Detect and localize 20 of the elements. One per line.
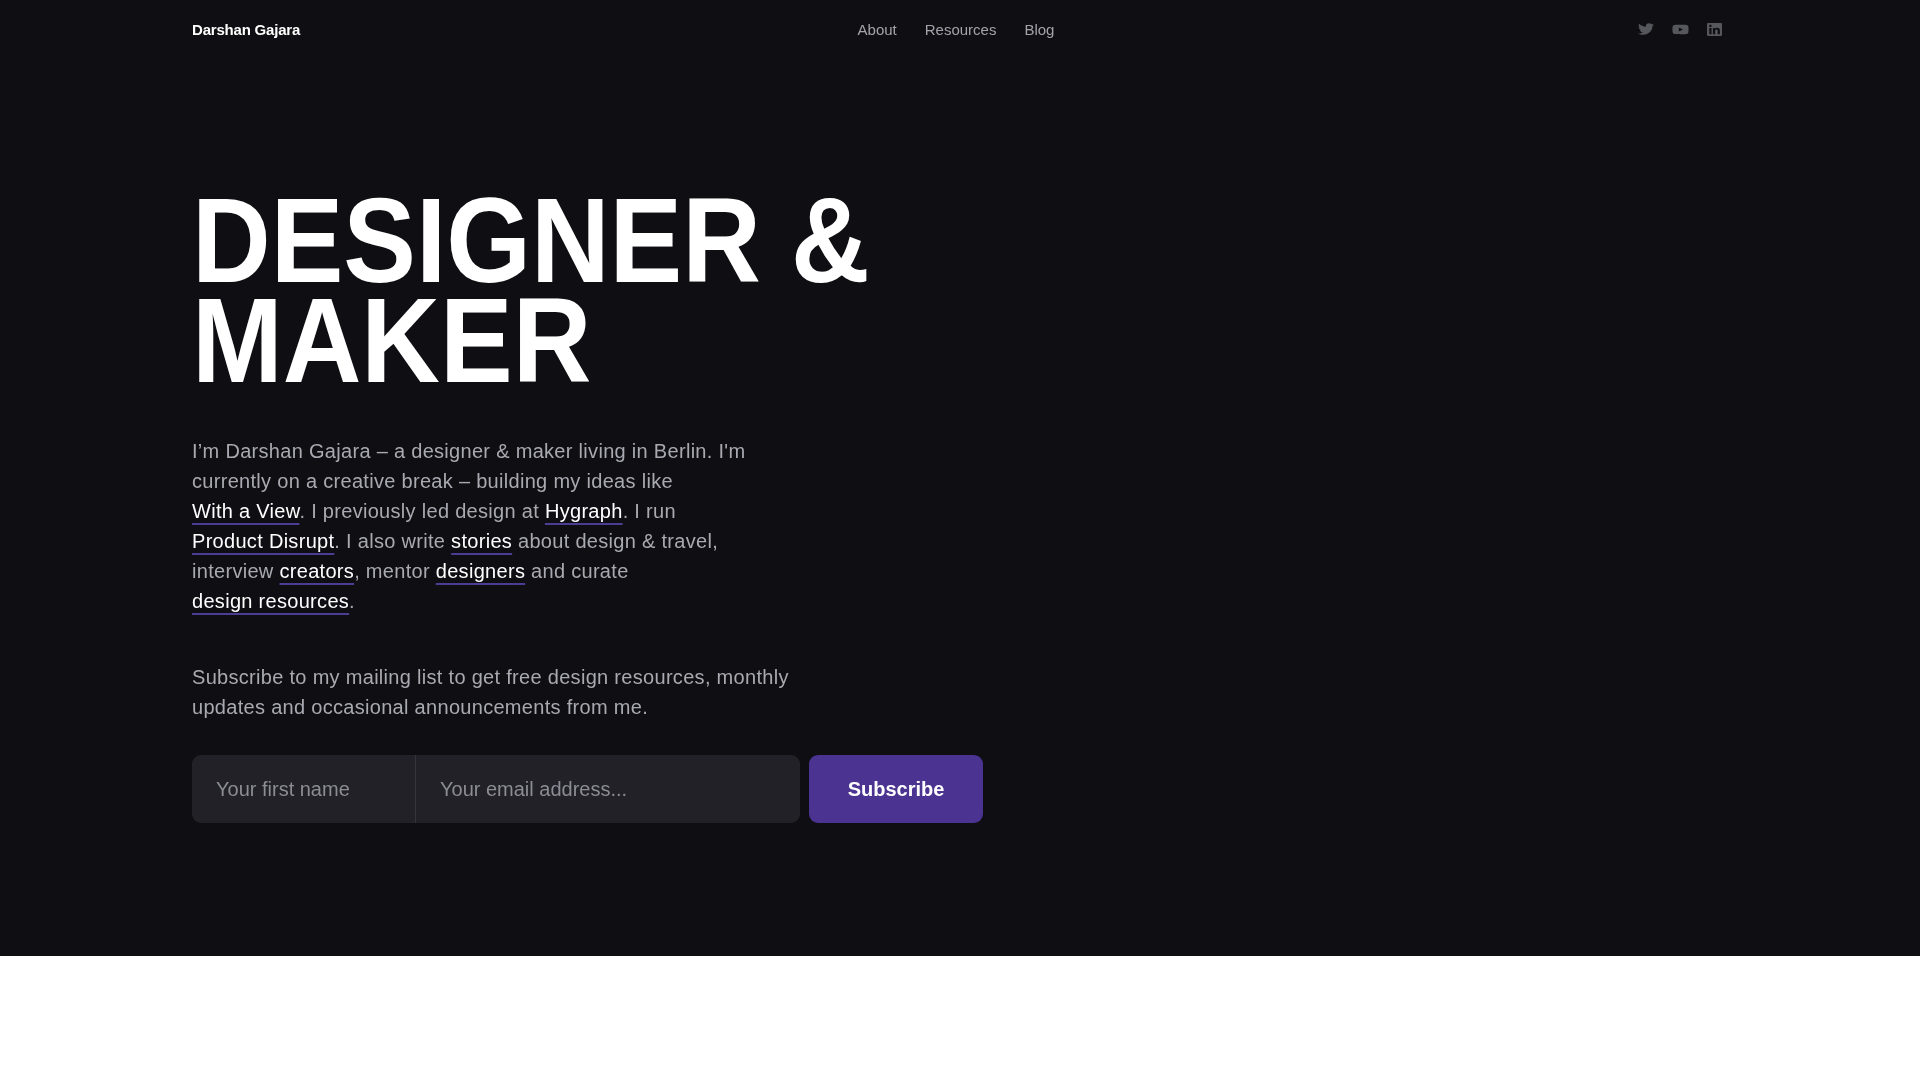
email-field[interactable]: Your email address... [415,755,800,823]
youtube-icon[interactable] [1672,22,1689,36]
nav-link[interactable]: Blog [1024,20,1055,38]
subscribe-text: Subscribe to my mailing list to get free design resources, monthly updates and occasional announcements from me. [192,665,790,720]
bio-link[interactable]: Product Disrupt [192,530,335,552]
bio-link[interactable]: designers [435,560,526,582]
bio-link[interactable]: stories [451,530,513,552]
nav-link[interactable]: About [857,20,897,38]
bio-paragraph: I’m Darshan Gajara – a designer & maker living in Berlin. I'm currently on a creative break – building my ideas like With a View. I previously led design at Hygraph. I run Product Disrupt. I also write stories about design & travel, interview creators, mentor designers and curate design resources. [192,439,747,614]
bio-link[interactable]: With a View [192,500,300,522]
bio-link[interactable]: design resources [192,590,350,612]
site-logo[interactable]: Darshan Gajara [192,20,301,38]
nav-link[interactable]: Resources [924,20,997,38]
bio-link[interactable]: Hygraph [544,500,623,522]
linkedin-icon[interactable] [1707,21,1722,37]
subscribe-button[interactable]: Subscribe [809,755,983,823]
headline: DESIGNER & MAKER [192,190,871,390]
bio-link[interactable]: creators [279,560,355,582]
first-name-field[interactable]: Your first name [192,755,415,823]
twitter-icon[interactable] [1638,22,1654,36]
